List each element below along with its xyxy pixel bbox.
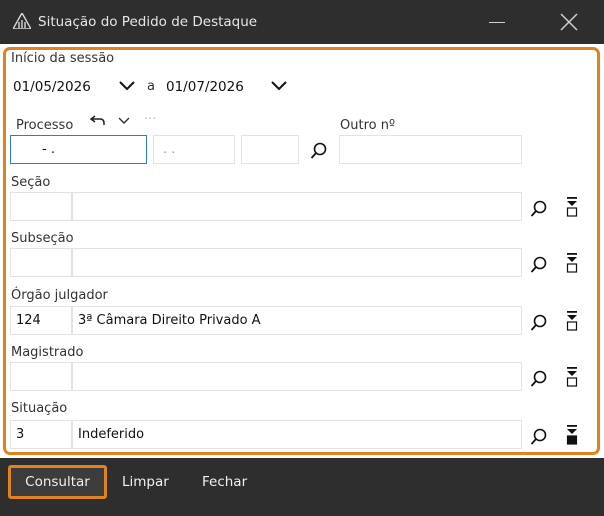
filter-clear-icon[interactable]	[566, 196, 578, 218]
session-label: Início da sessão	[11, 51, 115, 66]
footer-toolbar: Consultar Limpar Fechar	[0, 458, 604, 516]
filter-clear-icon[interactable]	[566, 310, 578, 332]
start-date-select[interactable]: 01/05/2026	[13, 75, 91, 99]
close-icon	[560, 13, 578, 31]
close-button[interactable]	[551, 4, 587, 40]
search-icon[interactable]	[530, 428, 548, 446]
situacao-label: Situação	[11, 401, 68, 416]
limpar-button[interactable]: Limpar	[113, 465, 178, 499]
consultar-button[interactable]: Consultar	[8, 465, 107, 499]
minimize-button[interactable]	[489, 22, 505, 23]
chevron-down-icon[interactable]	[270, 80, 288, 92]
secao-label: Seção	[11, 175, 51, 190]
start-date-value: 01/05/2026	[13, 79, 91, 95]
subsecao-name-field[interactable]	[72, 248, 522, 277]
orgao-name-field[interactable]: 3ª Câmara Direito Privado A	[72, 306, 522, 335]
title-bar: Situação do Pedido de Destaque	[0, 0, 604, 44]
search-icon[interactable]	[530, 256, 548, 274]
processo-number-field[interactable]: - .	[10, 135, 147, 164]
form-panel: Início da sessão 01/05/2026 a 01/07/2026…	[0, 44, 604, 458]
date-separator: a	[147, 79, 155, 94]
outro-numero-field[interactable]	[339, 135, 522, 164]
processo-label: Processo	[16, 118, 74, 133]
orgao-code-field[interactable]: 124	[10, 306, 72, 335]
magistrado-name-field[interactable]	[72, 362, 522, 391]
end-date-value: 01/07/2026	[166, 79, 244, 95]
magistrado-label: Magistrado	[11, 345, 84, 360]
more-icon[interactable]: ···	[144, 112, 156, 127]
processo-origin-field[interactable]	[241, 135, 299, 164]
undo-icon[interactable]	[90, 114, 106, 126]
search-icon[interactable]	[310, 142, 328, 160]
end-date-select[interactable]: 01/07/2026	[166, 75, 244, 99]
outro-numero-label: Outro nº	[340, 118, 396, 133]
processo-year-field[interactable]: . .	[153, 135, 235, 164]
subsecao-code-field[interactable]	[10, 248, 72, 277]
situacao-code-field[interactable]: 3	[10, 420, 72, 449]
filter-clear-icon[interactable]	[566, 424, 578, 446]
subsecao-label: Subseção	[11, 231, 74, 246]
fechar-button[interactable]: Fechar	[193, 465, 256, 499]
filter-clear-icon[interactable]	[566, 366, 578, 388]
orgao-label: Órgão julgador	[11, 288, 108, 303]
secao-code-field[interactable]	[10, 192, 72, 221]
building-icon	[11, 11, 33, 33]
filter-clear-icon[interactable]	[566, 252, 578, 274]
situacao-name-field[interactable]: Indeferido	[72, 420, 522, 449]
chevron-down-icon[interactable]	[117, 116, 131, 125]
search-icon[interactable]	[530, 200, 548, 218]
chevron-down-icon[interactable]	[118, 80, 136, 92]
secao-name-field[interactable]	[72, 192, 522, 221]
search-icon[interactable]	[530, 370, 548, 388]
search-icon[interactable]	[530, 314, 548, 332]
magistrado-code-field[interactable]	[10, 362, 72, 391]
window-title: Situação do Pedido de Destaque	[38, 14, 258, 30]
